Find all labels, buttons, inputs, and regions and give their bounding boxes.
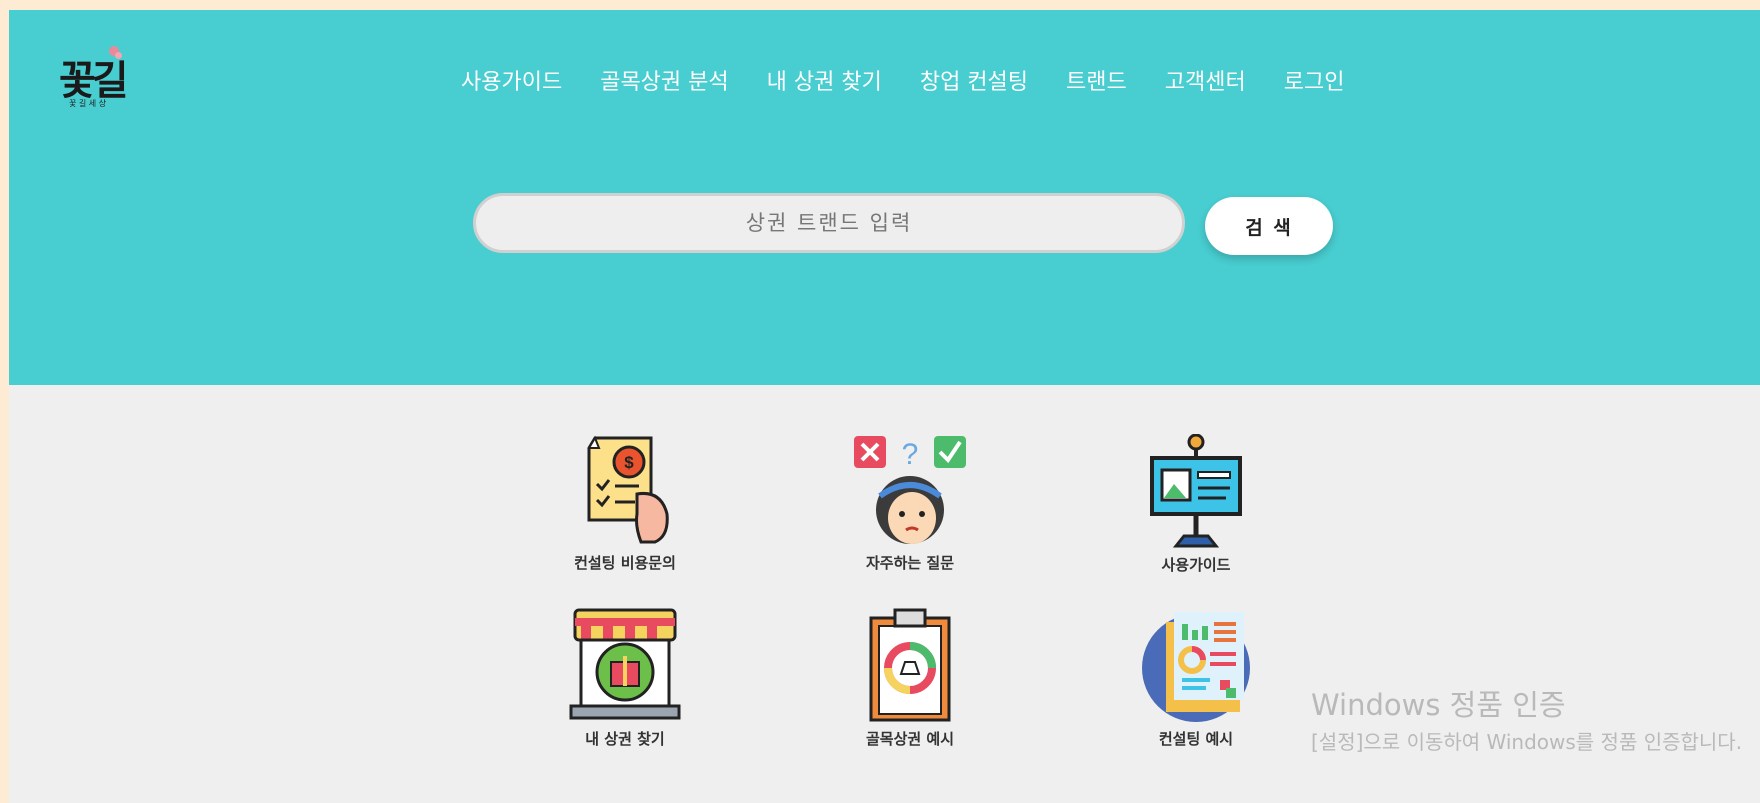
faq-person-icon: ?	[854, 436, 966, 544]
main-nav: 사용가이드 골목상권 분석 내 상권 찾기 창업 컨설팅 트랜드 고객센터 로그…	[461, 64, 1344, 96]
tile-label: 사용가이드	[1161, 556, 1231, 574]
search-input[interactable]	[473, 193, 1185, 253]
nav-item-consulting[interactable]: 창업 컨설팅	[920, 64, 1028, 96]
watermark-description: [설정]으로 이동하여 Windows를 정품 인증합니다.	[1311, 730, 1743, 754]
hero-section: 꽃길 꽃 길 세 상 사용가이드 골목상권 분석 내 상권 찾기 창업 컨설팅 …	[9, 10, 1760, 385]
store-icon	[569, 608, 681, 720]
search-button[interactable]: 검 색	[1205, 197, 1333, 255]
logo-dot	[115, 52, 122, 59]
tile-label: 골목상권 예시	[865, 730, 955, 748]
nav-item-guide[interactable]: 사용가이드	[461, 64, 562, 96]
nav-item-login[interactable]: 로그인	[1284, 64, 1345, 96]
svg-text:?: ?	[902, 438, 919, 471]
tile-label: 컨설팅 비용문의	[574, 554, 676, 572]
price-document-icon: $	[587, 435, 669, 544]
clipboard-chart-icon	[869, 608, 951, 722]
tile-find-area[interactable]: 내 상권 찾기	[515, 608, 735, 749]
tile-faq[interactable]: ? 자주하는 질문	[800, 434, 1020, 573]
tile-label: 내 상권 찾기	[585, 730, 665, 748]
logo[interactable]: 꽃길 꽃 길 세 상	[55, 44, 141, 116]
nav-item-trend[interactable]: 트랜드	[1066, 64, 1127, 96]
watermark-title: Windows 정품 인증	[1311, 688, 1566, 722]
tile-consulting-cost[interactable]: $ 컨설팅 비용문의	[515, 434, 735, 573]
logo-subtitle: 꽃 길 세 상	[69, 99, 107, 108]
page: 꽃길 꽃 길 세 상 사용가이드 골목상권 분석 내 상권 찾기 창업 컨설팅 …	[9, 10, 1760, 803]
tile-label: 자주하는 질문	[865, 554, 955, 572]
nav-item-support[interactable]: 고객센터	[1165, 64, 1246, 96]
tile-user-guide[interactable]: 사용가이드	[1086, 434, 1306, 575]
nav-item-alley-analysis[interactable]: 골목상권 분석	[600, 64, 728, 96]
tile-alley-example[interactable]: 골목상권 예시	[800, 608, 1020, 749]
presentation-board-icon	[1150, 434, 1242, 548]
tile-label: 컨설팅 예시	[1158, 730, 1234, 748]
svg-text:$: $	[624, 453, 634, 472]
tile-consulting-example[interactable]: 컨설팅 예시	[1086, 608, 1306, 749]
report-chart-icon	[1142, 612, 1250, 722]
nav-item-find-area[interactable]: 내 상권 찾기	[767, 64, 882, 96]
windows-activation-watermark: Windows 정품 인증 [설정]으로 이동하여 Windows를 정품 인증…	[1311, 682, 1760, 756]
